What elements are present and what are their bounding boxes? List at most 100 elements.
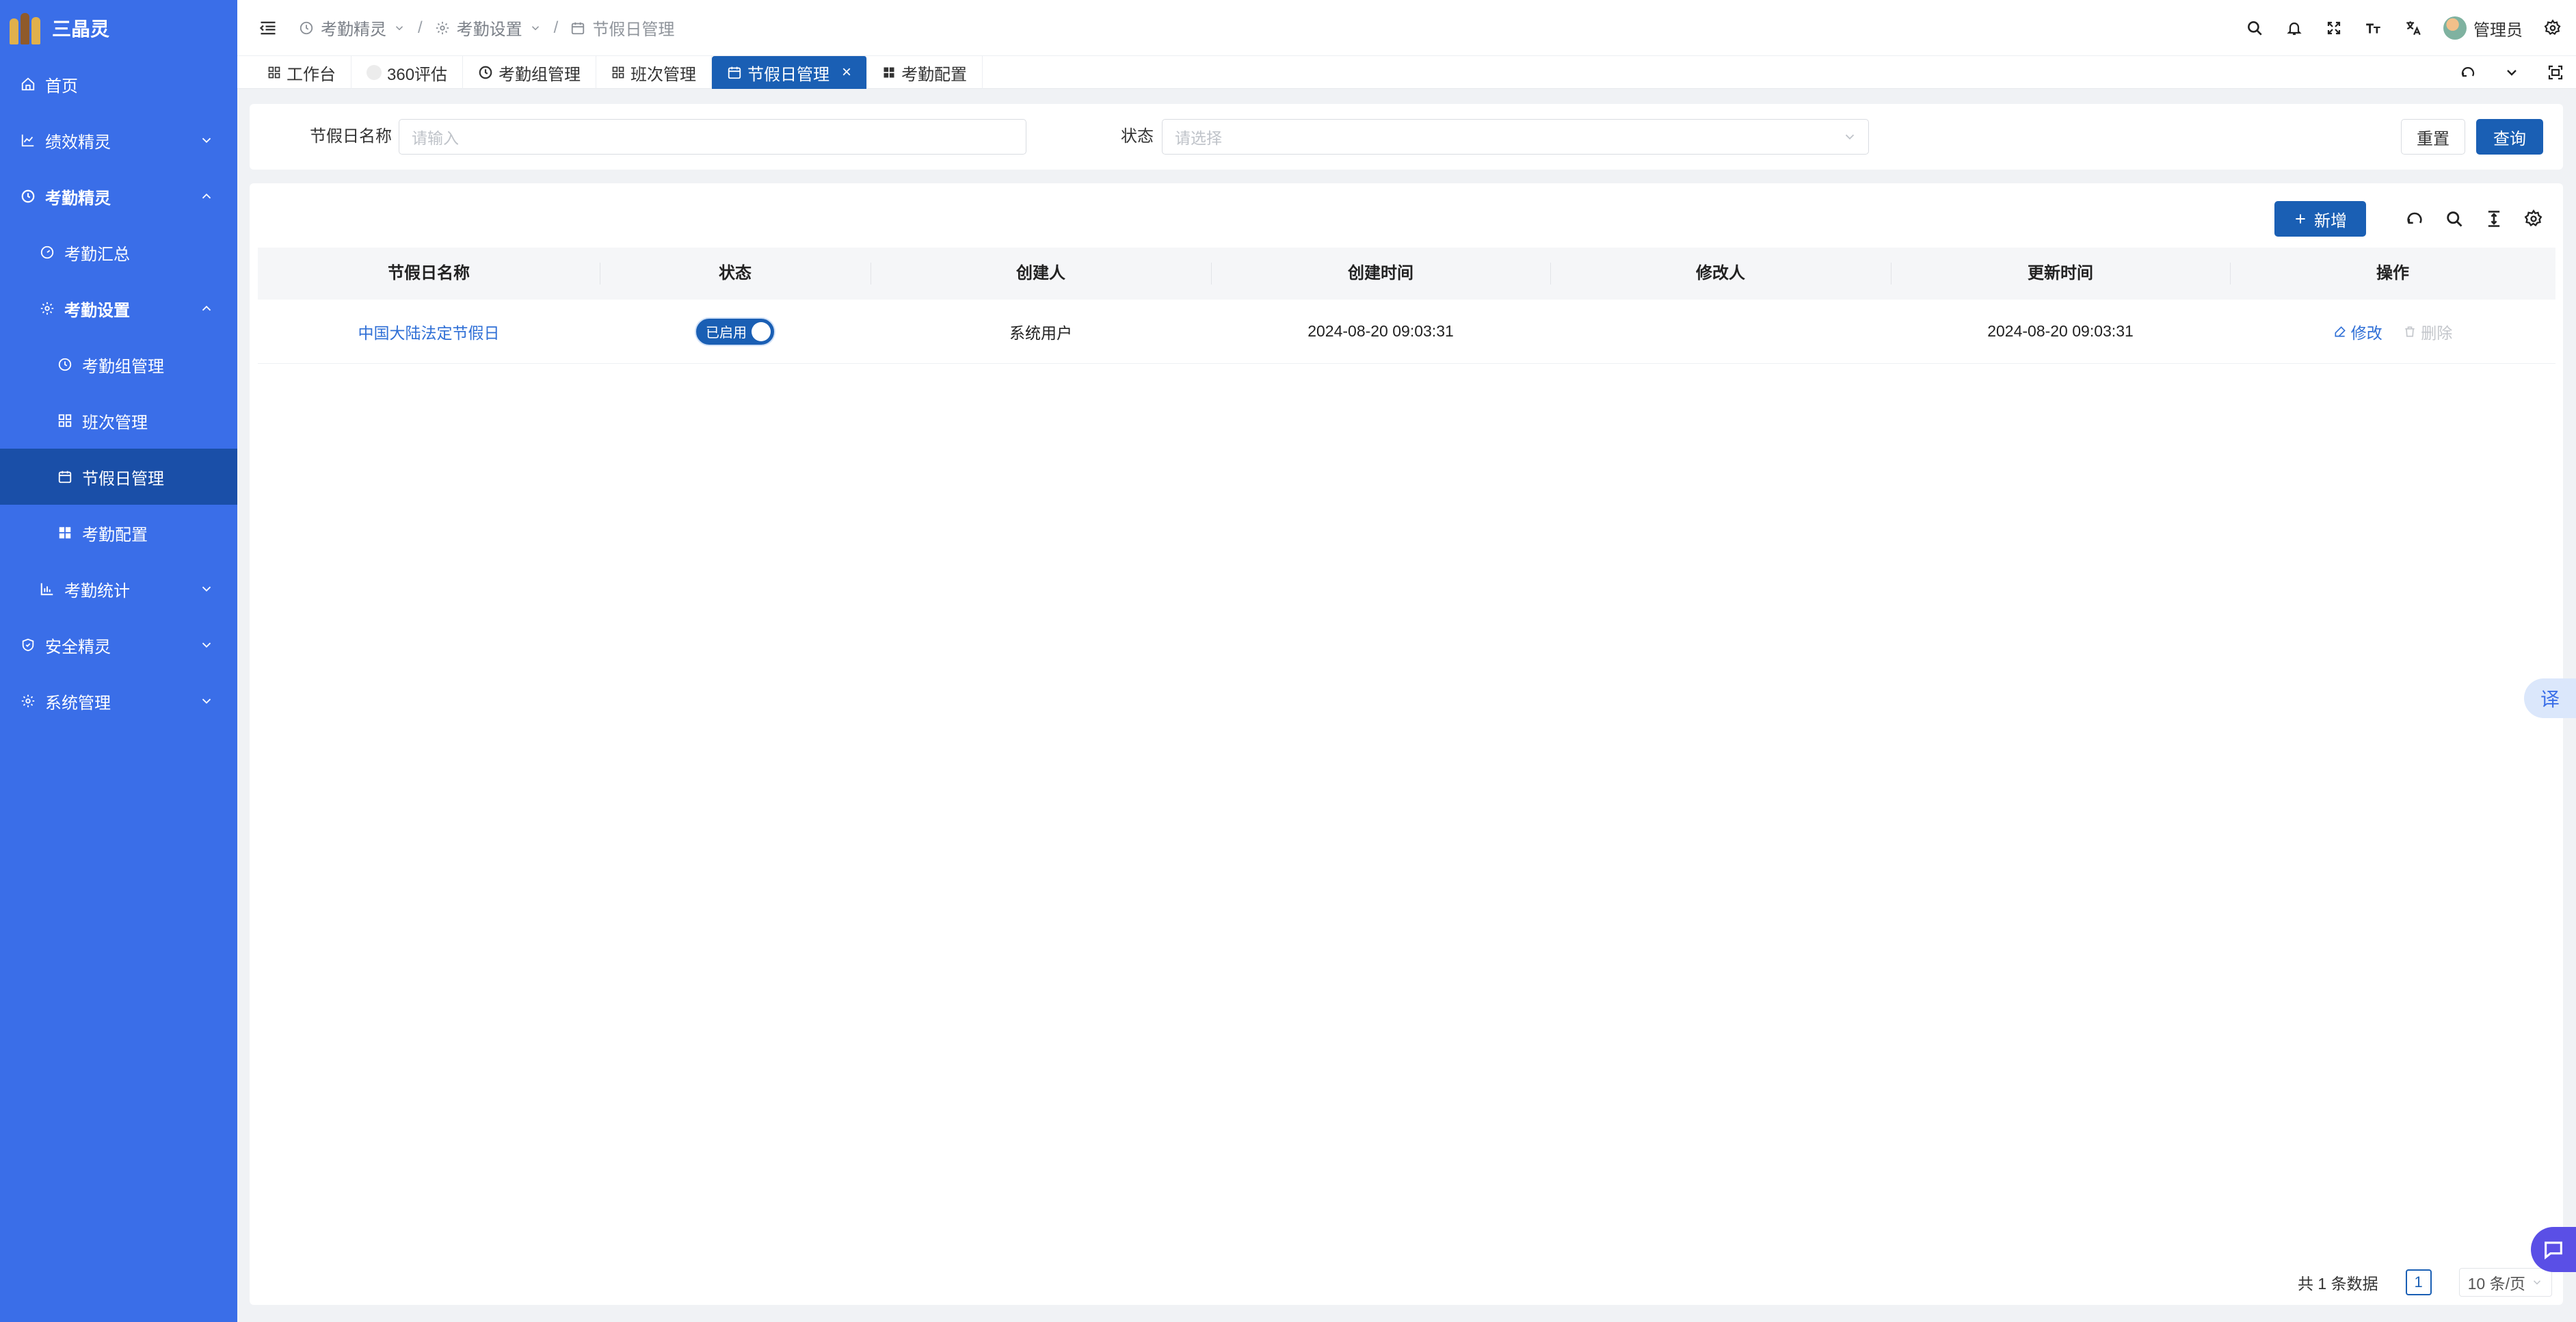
reset-button[interactable]: 重置 (2401, 119, 2465, 155)
maximize-icon[interactable] (2546, 63, 2565, 82)
shield-icon (19, 636, 37, 654)
sidebar-item-label: 考勤组管理 (82, 357, 164, 376)
chat-float-button[interactable] (2531, 1227, 2576, 1272)
tab-shift[interactable]: 班次管理 (596, 56, 713, 89)
breadcrumb-label: 考勤精灵 (321, 21, 386, 39)
sidebar-item-home[interactable]: 首页 (0, 56, 237, 112)
cell-actions: 修改 删除 (2230, 320, 2555, 343)
clock-icon (300, 21, 313, 34)
breadcrumb-separator: / (418, 18, 423, 37)
breadcrumb-label: 节假日管理 (592, 21, 675, 39)
sidebar-item-system[interactable]: 系统管理 (0, 673, 237, 729)
avatar (2443, 16, 2467, 40)
column-height-icon[interactable] (2484, 209, 2504, 229)
page-number[interactable]: 1 (2405, 1269, 2432, 1295)
status-toggle[interactable]: 已启用 (696, 318, 774, 345)
chevron-up-icon (202, 305, 211, 311)
tab-label: 工作台 (287, 65, 336, 84)
chevron-down-icon (202, 586, 211, 592)
sidebar-item-shift[interactable]: 班次管理 (0, 393, 237, 449)
column-header[interactable]: 状态 (600, 248, 871, 300)
grid-icon (612, 66, 624, 79)
column-header[interactable]: 操作 (2230, 248, 2555, 300)
sidebar-item-holiday[interactable]: 节假日管理 (0, 449, 237, 505)
translate-float-button[interactable]: 译 (2524, 678, 2576, 718)
sidebar-item-attendance-group[interactable]: 考勤组管理 (0, 336, 237, 393)
gear-icon[interactable] (2543, 18, 2562, 38)
chevron-up-icon (202, 193, 211, 199)
column-header[interactable]: 修改人 (1550, 248, 1891, 300)
search-icon[interactable] (2444, 209, 2465, 229)
column-header[interactable]: 创建人 (871, 248, 1211, 300)
edit-button[interactable]: 修改 (2333, 320, 2382, 343)
logo[interactable]: 三晶灵 (0, 0, 237, 56)
menu-collapse-icon[interactable] (258, 18, 278, 38)
tab-workbench[interactable]: 工作台 (252, 56, 351, 89)
breadcrumb-item-attendance[interactable]: 考勤精灵 (299, 16, 406, 40)
calendar-icon (56, 468, 74, 486)
tab-attendance-group[interactable]: 考勤组管理 (463, 56, 597, 89)
dashboard-icon (38, 243, 56, 261)
chevron-down-icon (1845, 134, 1855, 140)
close-icon[interactable]: × (842, 63, 851, 82)
gear-icon (38, 300, 56, 317)
column-header[interactable]: 更新时间 (1891, 248, 2230, 300)
sidebar-item-label: 安全精灵 (45, 637, 111, 657)
query-button[interactable]: 查询 (2476, 119, 2543, 155)
cell-status: 已启用 (600, 318, 871, 345)
apps-icon (884, 67, 894, 78)
cell-creator: 系统用户 (1009, 323, 1072, 342)
add-button[interactable]: 新增 (2274, 201, 2366, 237)
sidebar-item-attendance-settings[interactable]: 考勤设置 (0, 280, 237, 336)
home-icon (19, 75, 37, 93)
gear-icon (19, 692, 37, 710)
sidebar-item-label: 考勤汇总 (64, 245, 130, 264)
chevron-down-icon (395, 25, 403, 30)
status-select[interactable]: 请选择 (1162, 119, 1869, 155)
user-menu[interactable]: 管理员 (2443, 16, 2523, 40)
sidebar-item-attendance-stats[interactable]: 考勤统计 (0, 561, 237, 617)
gear-icon[interactable] (2523, 209, 2544, 229)
table-panel: 新增 节假日名称 状态 创建人 创建时间 修改人 更新时间 操作 中国大陆法定节… (250, 183, 2563, 1305)
translate-icon[interactable] (2404, 18, 2423, 38)
tab-holiday[interactable]: 节假日管理 × (712, 56, 868, 89)
breadcrumb-separator: / (553, 18, 559, 37)
refresh-icon[interactable] (2404, 209, 2425, 229)
sidebar: 三晶灵 首页 绩效精灵 考勤精灵 考勤汇总 考勤设置 考勤组管理 班次管理 节假… (0, 0, 237, 1322)
page-size-select[interactable]: 10 条/页 (2458, 1268, 2552, 1297)
holiday-name-link[interactable]: 中国大陆法定节假日 (358, 324, 500, 342)
bell-icon[interactable] (2285, 18, 2304, 38)
breadcrumb-item-settings[interactable]: 考勤设置 (435, 16, 542, 40)
gear-icon (436, 21, 449, 34)
grid-icon (268, 66, 280, 79)
sidebar-item-attendance[interactable]: 考勤精灵 (0, 168, 237, 224)
refresh-icon[interactable] (2458, 63, 2478, 82)
chevron-down-icon[interactable] (2502, 63, 2521, 82)
grid-icon (56, 412, 74, 429)
holiday-name-input[interactable]: 请输入 (399, 119, 1026, 155)
tabs-bar: 工作台 360评估 考勤组管理 班次管理 节假日管理 × 考勤配置 (237, 56, 2576, 89)
sidebar-item-label: 绩效精灵 (45, 133, 111, 152)
tabs: 工作台 360评估 考勤组管理 班次管理 节假日管理 × 考勤配置 (237, 56, 2576, 89)
column-header[interactable]: 创建时间 (1211, 248, 1550, 300)
tab-attendance-config[interactable]: 考勤配置 (867, 56, 983, 89)
tab-360-evaluation[interactable]: 360评估 (351, 56, 464, 89)
sidebar-item-attendance-config[interactable]: 考勤配置 (0, 505, 237, 561)
sidebar-item-attendance-summary[interactable]: 考勤汇总 (0, 224, 237, 280)
tab-label: 360评估 (387, 65, 448, 84)
fullscreen-icon[interactable] (2324, 18, 2343, 38)
chevron-down-icon (202, 642, 211, 648)
sidebar-item-label: 考勤配置 (82, 525, 148, 544)
table-toolbar: 新增 (2274, 201, 2544, 237)
delete-button[interactable]: 删除 (2403, 320, 2452, 343)
bar-chart-icon (38, 580, 56, 598)
trash-icon (2405, 326, 2415, 336)
sidebar-item-performance[interactable]: 绩效精灵 (0, 112, 237, 168)
header-actions: 管理员 (2245, 0, 2562, 56)
search-icon[interactable] (2245, 18, 2264, 38)
sidebar-item-security[interactable]: 安全精灵 (0, 617, 237, 673)
tab-label: 考勤组管理 (499, 65, 581, 84)
chevron-down-icon (2533, 1280, 2541, 1285)
column-header[interactable]: 节假日名称 (258, 248, 600, 300)
font-size-icon[interactable] (2364, 18, 2383, 38)
